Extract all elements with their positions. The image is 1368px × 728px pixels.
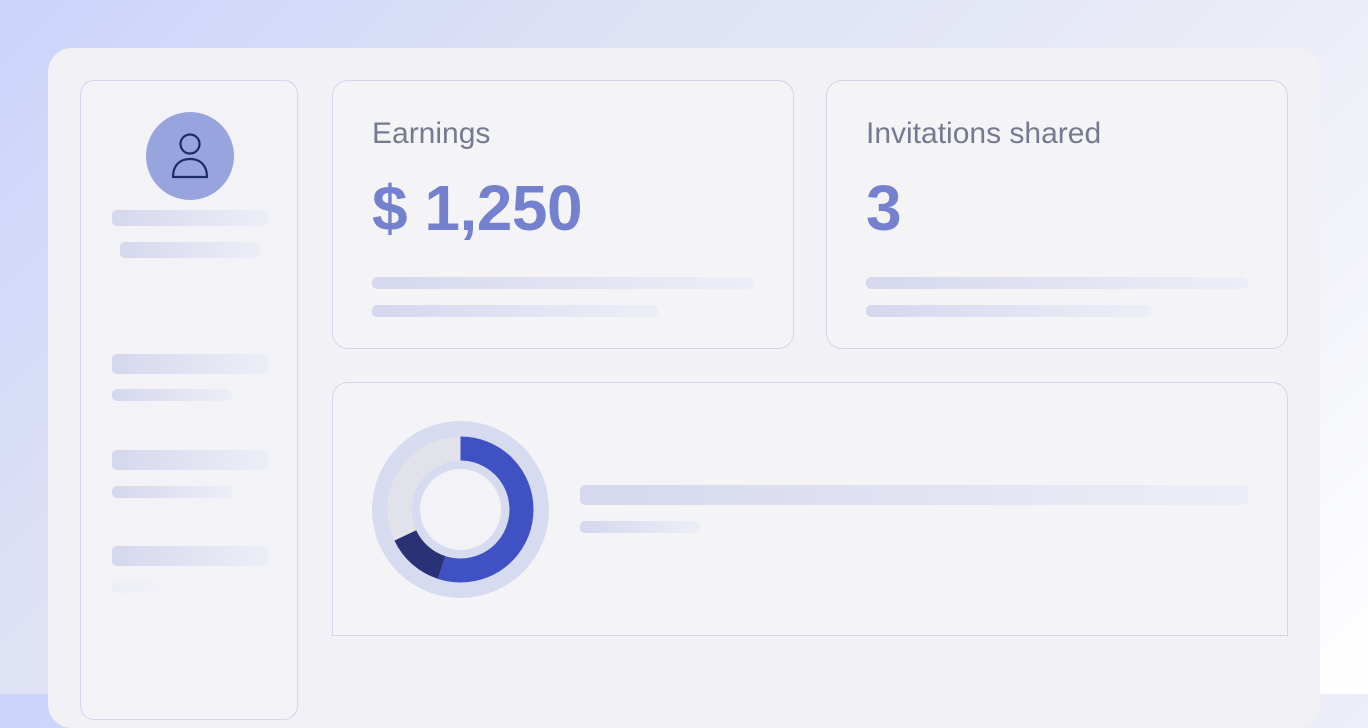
profile-name-placeholder: [112, 210, 268, 226]
sidebar-item-placeholder[interactable]: [112, 450, 268, 470]
earnings-label: Earnings: [372, 117, 491, 150]
profile-subtitle-placeholder: [120, 242, 260, 258]
donut-chart: [372, 421, 549, 598]
invitations-label: Invitations shared: [866, 117, 1102, 150]
sidebar-item-placeholder[interactable]: [112, 354, 268, 374]
invitations-value: 3: [866, 172, 902, 244]
sidebar-item-subtext-placeholder: [112, 486, 232, 498]
sidebar-item-subtext-placeholder: [112, 389, 232, 401]
earnings-detail-placeholder: [372, 305, 658, 317]
chart-subtitle-placeholder: [580, 521, 700, 533]
sidebar-item-subtext-placeholder: [112, 581, 162, 593]
invitations-detail-placeholder: [866, 277, 1248, 289]
donut-hole: [420, 469, 501, 550]
earnings-value: $ 1,250: [372, 172, 583, 244]
earnings-detail-placeholder: [372, 277, 754, 289]
avatar[interactable]: [146, 112, 234, 200]
chart-title-placeholder: [580, 485, 1248, 505]
sidebar-item-placeholder[interactable]: [112, 546, 268, 566]
invitations-detail-placeholder: [866, 305, 1152, 317]
user-icon: [171, 133, 209, 179]
